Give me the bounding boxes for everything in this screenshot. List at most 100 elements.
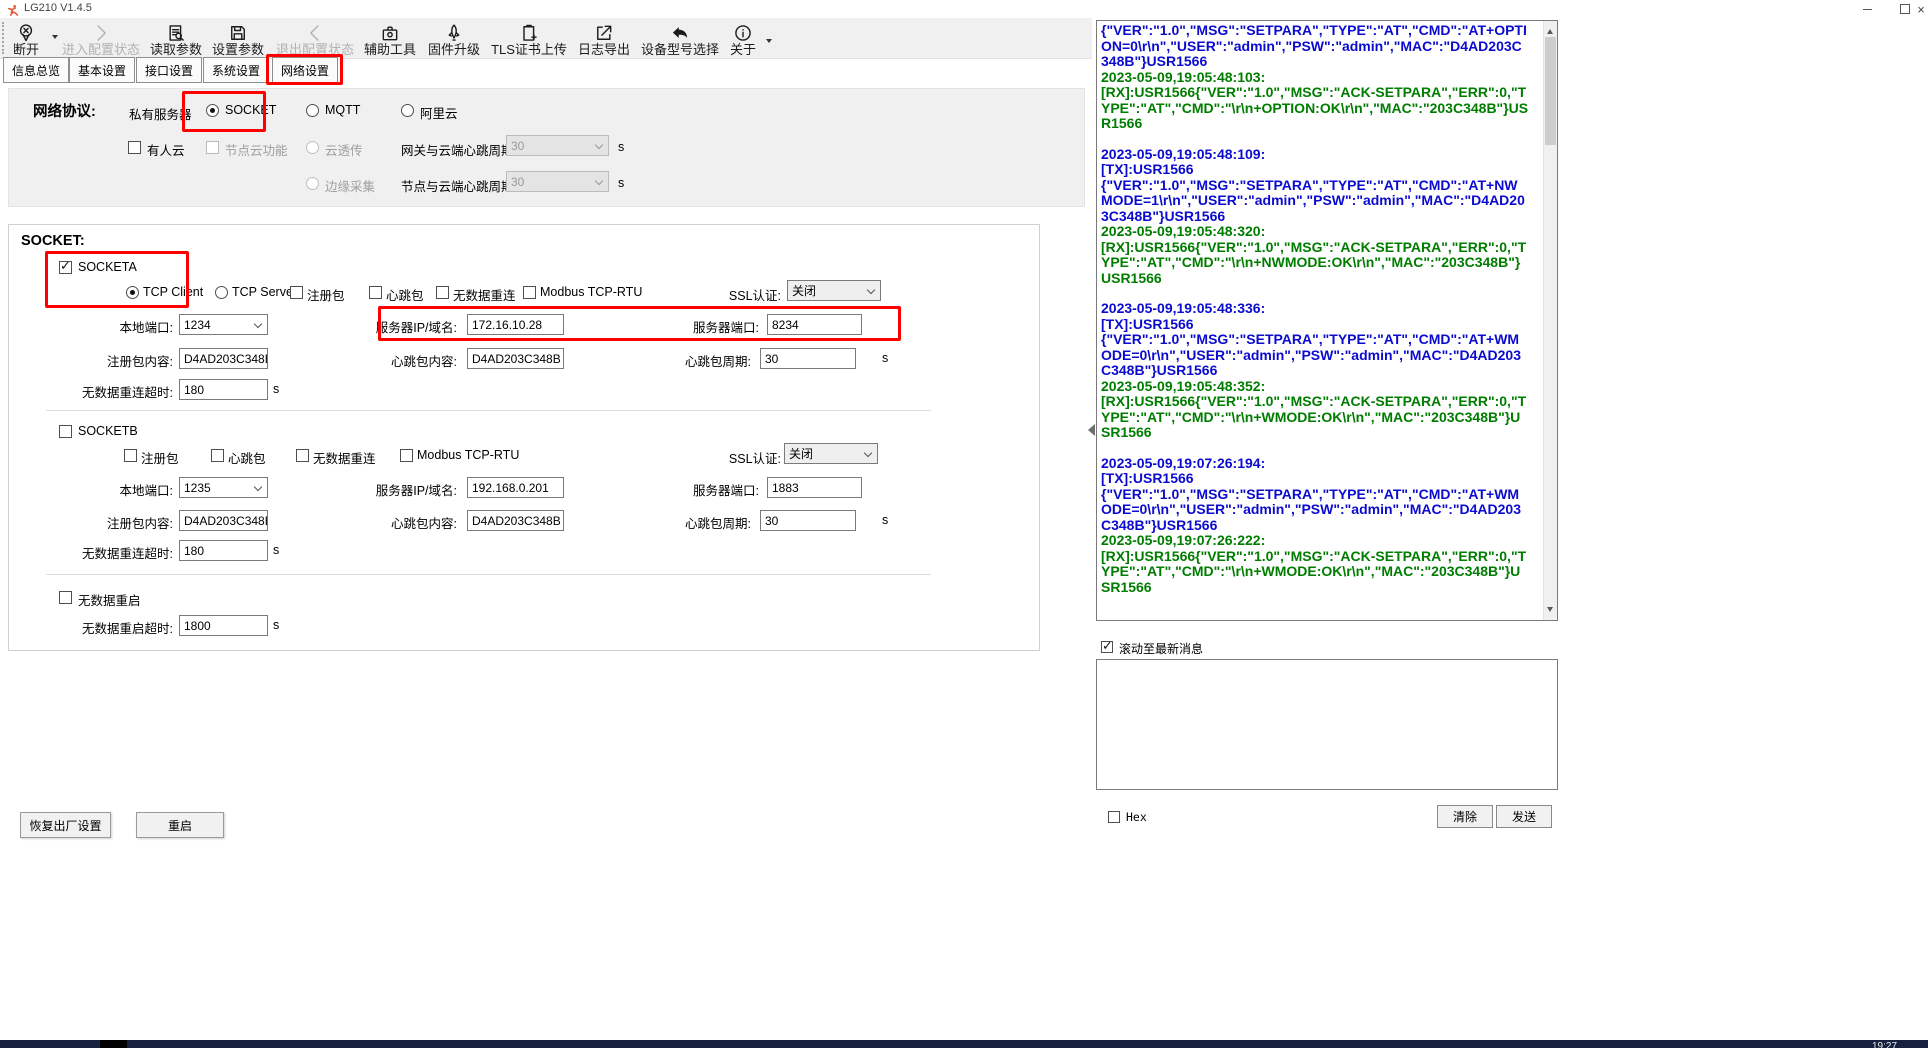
send-button[interactable]: 发送 bbox=[1496, 805, 1552, 828]
socketa-checkbox[interactable] bbox=[59, 261, 72, 274]
toolbar-log-export[interactable]: 日志导出 bbox=[574, 21, 634, 57]
toolbar-about[interactable]: 关于 bbox=[724, 21, 762, 57]
restart-button[interactable]: 重启 bbox=[136, 812, 224, 838]
minimize-button[interactable] bbox=[1852, 0, 1882, 18]
socketa-ssl-select[interactable]: 关闭 bbox=[787, 280, 881, 301]
toolbar-enter-config[interactable]: 进入配置状态 bbox=[58, 21, 144, 57]
tab-basic-settings[interactable]: 基本设置 bbox=[69, 57, 135, 83]
toolbar-label: TLS证书上传 bbox=[488, 43, 570, 57]
toolbar-exit-config[interactable]: 退出配置状态 bbox=[272, 21, 358, 57]
socketa-hb-period-input[interactable]: 30 bbox=[760, 348, 856, 369]
socketb-reg-label[interactable]: 注册包 bbox=[141, 448, 179, 467]
socketa-reconnect-label[interactable]: 无数据重连 bbox=[453, 285, 516, 304]
protocol-socket-radio[interactable] bbox=[206, 104, 219, 117]
socketb-local-port-select[interactable]: 1235 bbox=[179, 477, 268, 498]
socketb-ssl-select[interactable]: 关闭 bbox=[784, 443, 878, 464]
socketa-tcp-client-radio[interactable] bbox=[126, 286, 139, 299]
log-panel[interactable]: {"VER":"1.0","MSG":"SETPARA","TYPE":"AT"… bbox=[1096, 20, 1558, 621]
socketa-reg-content-input[interactable]: D4AD203C348B bbox=[179, 348, 268, 369]
tab-network-settings[interactable]: 网络设置 bbox=[272, 57, 338, 83]
socketa-reconnect-checkbox[interactable] bbox=[436, 286, 449, 299]
socketb-reconnect-checkbox[interactable] bbox=[296, 449, 309, 462]
socketa-reg-checkbox[interactable] bbox=[290, 286, 303, 299]
close-button[interactable]: × bbox=[1914, 0, 1928, 18]
socketb-reg-content-input[interactable]: D4AD203C348B bbox=[179, 510, 268, 531]
socketa-local-port-select[interactable]: 1234 bbox=[179, 314, 268, 335]
no-data-restart-label[interactable]: 无数据重启 bbox=[78, 590, 141, 609]
socketa-heartbeat-label[interactable]: 心跳包 bbox=[386, 285, 424, 304]
taskbar-app-icon[interactable] bbox=[100, 1040, 127, 1048]
tab-system-settings[interactable]: 系统设置 bbox=[203, 57, 269, 83]
log-scrollbar[interactable] bbox=[1543, 21, 1557, 620]
socketa-modbus-checkbox[interactable] bbox=[523, 286, 536, 299]
socketa-server-port-input[interactable]: 8234 bbox=[767, 314, 862, 335]
cloud-passthrough-radio[interactable] bbox=[306, 141, 319, 154]
factory-reset-button[interactable]: 恢复出厂设置 bbox=[20, 812, 111, 838]
scroll-up-icon[interactable] bbox=[1547, 26, 1553, 34]
socketb-modbus-label[interactable]: Modbus TCP-RTU bbox=[417, 448, 519, 462]
node-cloud-label: 节点云功能 bbox=[225, 140, 288, 159]
socketb-modbus-checkbox[interactable] bbox=[400, 449, 413, 462]
taskbar-clock: 19:27 bbox=[1872, 1040, 1897, 1048]
socketa-tcp-server-label[interactable]: TCP Server bbox=[232, 285, 297, 299]
tab-interface-settings[interactable]: 接口设置 bbox=[136, 57, 202, 83]
send-input[interactable] bbox=[1096, 659, 1558, 790]
panel-splitter-arrow[interactable] bbox=[1082, 424, 1095, 436]
socketb-reconnect-label[interactable]: 无数据重连 bbox=[313, 448, 376, 467]
toolbar-read-params[interactable]: 读取参数 bbox=[146, 21, 206, 57]
socketb-checkbox[interactable] bbox=[59, 425, 72, 438]
protocol-alicloud-radio[interactable] bbox=[401, 104, 414, 117]
socketa-label[interactable]: SOCKETA bbox=[78, 260, 137, 274]
no-data-restart-checkbox[interactable] bbox=[59, 591, 72, 604]
protocol-mqtt-radio[interactable] bbox=[306, 104, 319, 117]
tab-info-overview[interactable]: 信息总览 bbox=[3, 57, 69, 83]
log-entry: 2023-05-09,19:05:48:320: [RX]:USR1566{"V… bbox=[1101, 224, 1529, 286]
toolbar-device-model-select[interactable]: 设备型号选择 bbox=[637, 21, 723, 57]
usr-cloud-label[interactable]: 有人云 bbox=[147, 140, 185, 159]
node-cloud-checkbox[interactable] bbox=[206, 141, 219, 154]
scrollbar-thumb[interactable] bbox=[1545, 37, 1556, 145]
toolbar-label: 固件升级 bbox=[424, 43, 484, 57]
socketb-reconnect-timeout-input[interactable]: 180 bbox=[179, 540, 268, 561]
socketa-modbus-label[interactable]: Modbus TCP-RTU bbox=[540, 285, 642, 299]
socketb-server-port-input[interactable]: 1883 bbox=[767, 477, 862, 498]
hex-checkbox[interactable] bbox=[1108, 811, 1120, 823]
scroll-down-icon[interactable] bbox=[1547, 607, 1553, 615]
socketb-hb-period-input[interactable]: 30 bbox=[760, 510, 856, 531]
about-dropdown-caret[interactable] bbox=[766, 39, 772, 46]
protocol-mqtt-label[interactable]: MQTT bbox=[325, 103, 360, 117]
usr-cloud-checkbox[interactable] bbox=[128, 141, 141, 154]
socketb-label[interactable]: SOCKETB bbox=[78, 424, 138, 438]
socketa-server-addr-input[interactable]: 172.16.10.28 bbox=[467, 314, 564, 335]
toolbar-tls-cert-upload[interactable]: TLS证书上传 bbox=[488, 21, 570, 57]
socketa-hb-content-input[interactable]: D4AD203C348B bbox=[467, 348, 564, 369]
clear-button[interactable]: 清除 bbox=[1437, 805, 1493, 828]
socketb-reg-checkbox[interactable] bbox=[124, 449, 137, 462]
restart-timeout-unit: s bbox=[273, 618, 279, 632]
log-entry: 2023-05-09,19:05:48:103: [RX]:USR1566{"V… bbox=[1101, 70, 1529, 132]
edge-collect-label: 边缘采集 bbox=[325, 176, 375, 195]
toolbar-aux-tools[interactable]: 辅助工具 bbox=[360, 21, 420, 57]
socketa-tcp-server-radio[interactable] bbox=[215, 286, 228, 299]
socketa-tcp-client-label[interactable]: TCP Client bbox=[143, 285, 203, 299]
gateway-heartbeat-select[interactable]: 30 bbox=[506, 135, 609, 156]
socketb-server-addr-input[interactable]: 192.168.0.201 bbox=[467, 477, 564, 498]
toolbar-set-params[interactable]: 设置参数 bbox=[208, 21, 268, 57]
socketb-heartbeat-checkbox[interactable] bbox=[211, 449, 224, 462]
autoscroll-checkbox[interactable] bbox=[1101, 641, 1113, 653]
node-heartbeat-select[interactable]: 30 bbox=[506, 171, 609, 192]
socketa-reg-label[interactable]: 注册包 bbox=[307, 285, 345, 304]
socketa-heartbeat-checkbox[interactable] bbox=[369, 286, 382, 299]
protocol-alicloud-label[interactable]: 阿里云 bbox=[420, 103, 458, 122]
socketb-hb-content-input[interactable]: D4AD203C348B bbox=[467, 510, 564, 531]
hex-label[interactable]: Hex bbox=[1126, 810, 1147, 824]
edge-collect-radio[interactable] bbox=[306, 177, 319, 190]
autoscroll-label[interactable]: 滚动至最新消息 bbox=[1119, 640, 1203, 657]
socketa-reconnect-timeout-input[interactable]: 180 bbox=[179, 379, 268, 400]
toolbar-disconnect[interactable]: 断开 bbox=[4, 21, 48, 57]
restart-timeout-input[interactable]: 1800 bbox=[179, 615, 268, 636]
socketa-local-port-label: 本地端口: bbox=[63, 317, 173, 336]
socketb-heartbeat-label[interactable]: 心跳包 bbox=[228, 448, 266, 467]
toolbar-firmware-upgrade[interactable]: 固件升级 bbox=[424, 21, 484, 57]
protocol-socket-label[interactable]: SOCKET bbox=[225, 103, 276, 117]
